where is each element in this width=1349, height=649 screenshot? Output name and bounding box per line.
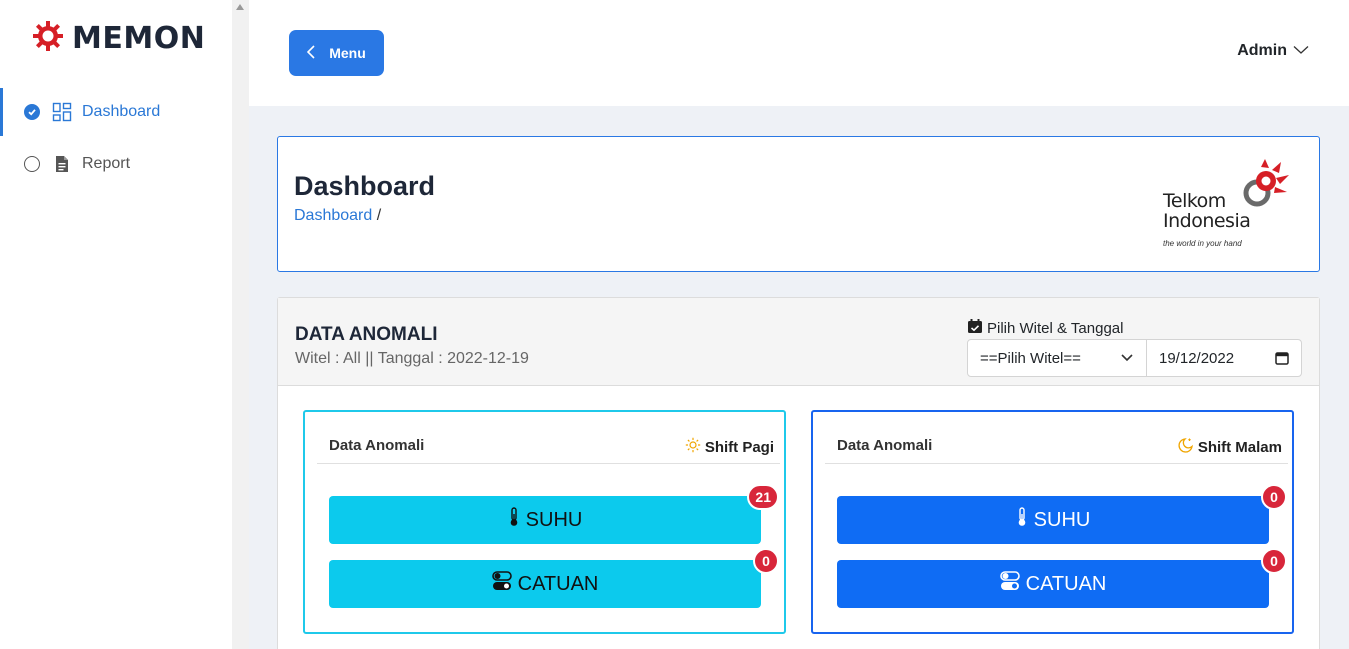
date-input[interactable]: 19/12/2022: [1146, 339, 1302, 377]
filter-label: Pilih Witel & Tanggal: [967, 318, 1123, 338]
sidebar-item-dashboard[interactable]: Dashboard: [0, 88, 232, 136]
catuan-button-label: CATUAN: [1025, 572, 1107, 595]
chevron-down-icon: [1120, 350, 1134, 368]
chevron-down-icon: [1293, 42, 1309, 60]
breadcrumb: Dashboard /: [294, 207, 381, 225]
telkom-tagline: the world in your hand: [1163, 239, 1242, 248]
data-anomali-panel: DATA ANOMALI Witel : All || Tanggal : 20…: [277, 297, 1320, 649]
app-logo[interactable]: MEMON: [32, 20, 205, 57]
telkom-wordmark: Telkom Indonesia: [1163, 190, 1251, 232]
user-menu[interactable]: Admin: [1237, 42, 1309, 60]
chevron-left-icon: [307, 44, 315, 62]
scroll-up-arrow-icon[interactable]: [236, 4, 244, 10]
shift-malam-card: Data Anomali Shift Malam SUHU 0 CATUAN 0: [811, 410, 1294, 634]
suhu-button[interactable]: SUHU 21: [329, 484, 779, 544]
toggles-icon: [999, 571, 1020, 597]
toggles-icon: [491, 571, 512, 597]
suhu-button-label: SUHU: [1033, 508, 1091, 531]
grid-icon: [52, 102, 72, 122]
thermometer-icon: [508, 507, 520, 533]
catuan-button[interactable]: CATUAN 0: [329, 548, 779, 608]
scrollbar[interactable]: [232, 0, 249, 649]
sidebar-item-report[interactable]: Report: [0, 140, 232, 188]
check-circle-icon: [24, 104, 40, 120]
user-name: Admin: [1237, 42, 1287, 59]
shift-name: Shift Malam: [1178, 437, 1282, 457]
panel-header: DATA ANOMALI Witel : All || Tanggal : 20…: [278, 298, 1319, 386]
calendar-icon[interactable]: [1275, 351, 1289, 369]
radio-circle-icon: [24, 156, 40, 172]
gear-icon: [32, 20, 64, 57]
count-badge: 0: [1261, 484, 1287, 510]
app-name: MEMON: [72, 21, 206, 56]
panel-title: DATA ANOMALI: [295, 324, 438, 345]
witel-select[interactable]: ==Pilih Witel==: [967, 339, 1147, 377]
witel-select-value: ==Pilih Witel==: [980, 349, 1081, 367]
shift-name: Shift Pagi: [685, 437, 774, 457]
shift-card-title: Data Anomali: [329, 437, 425, 454]
document-icon: [52, 154, 72, 174]
shift-card-header: Data Anomali Shift Malam: [825, 432, 1288, 464]
catuan-button-label: CATUAN: [517, 572, 599, 595]
menu-toggle-button[interactable]: Menu: [289, 30, 384, 76]
breadcrumb-separator: /: [376, 207, 382, 224]
suhu-button-label: SUHU: [525, 508, 583, 531]
menu-button-label: Menu: [329, 45, 366, 61]
page-header-card: Dashboard Dashboard / Telkom Indonesia t…: [277, 136, 1320, 272]
suhu-button[interactable]: SUHU 0: [837, 484, 1287, 544]
topbar: Menu Admin: [249, 0, 1349, 106]
thermometer-icon: [1016, 507, 1028, 533]
panel-subtitle: Witel : All || Tanggal : 2022-12-19: [295, 350, 529, 367]
page-title: Dashboard: [294, 171, 436, 201]
sidebar-item-label: Dashboard: [82, 103, 161, 120]
date-input-value: 19/12/2022: [1159, 349, 1235, 367]
moon-icon: [1178, 437, 1194, 457]
catuan-button[interactable]: CATUAN 0: [837, 548, 1287, 608]
sun-icon: [685, 437, 701, 457]
sidebar-item-label: Report: [82, 155, 131, 172]
count-badge: 21: [747, 484, 779, 510]
shift-pagi-card: Data Anomali Shift Pagi SUHU 21 CATUAN 0: [303, 410, 786, 634]
calendar-check-icon: [967, 318, 983, 338]
breadcrumb-link-dashboard[interactable]: Dashboard: [294, 207, 372, 224]
telkom-logo: Telkom Indonesia the world in your hand: [1163, 159, 1295, 251]
sidebar: MEMON Dashboard Report: [0, 0, 232, 649]
shift-card-header: Data Anomali Shift Pagi: [317, 432, 780, 464]
count-badge: 0: [1261, 548, 1287, 574]
count-badge: 0: [753, 548, 779, 574]
filter-label-text: Pilih Witel & Tanggal: [987, 319, 1124, 337]
shift-card-title: Data Anomali: [837, 437, 933, 454]
